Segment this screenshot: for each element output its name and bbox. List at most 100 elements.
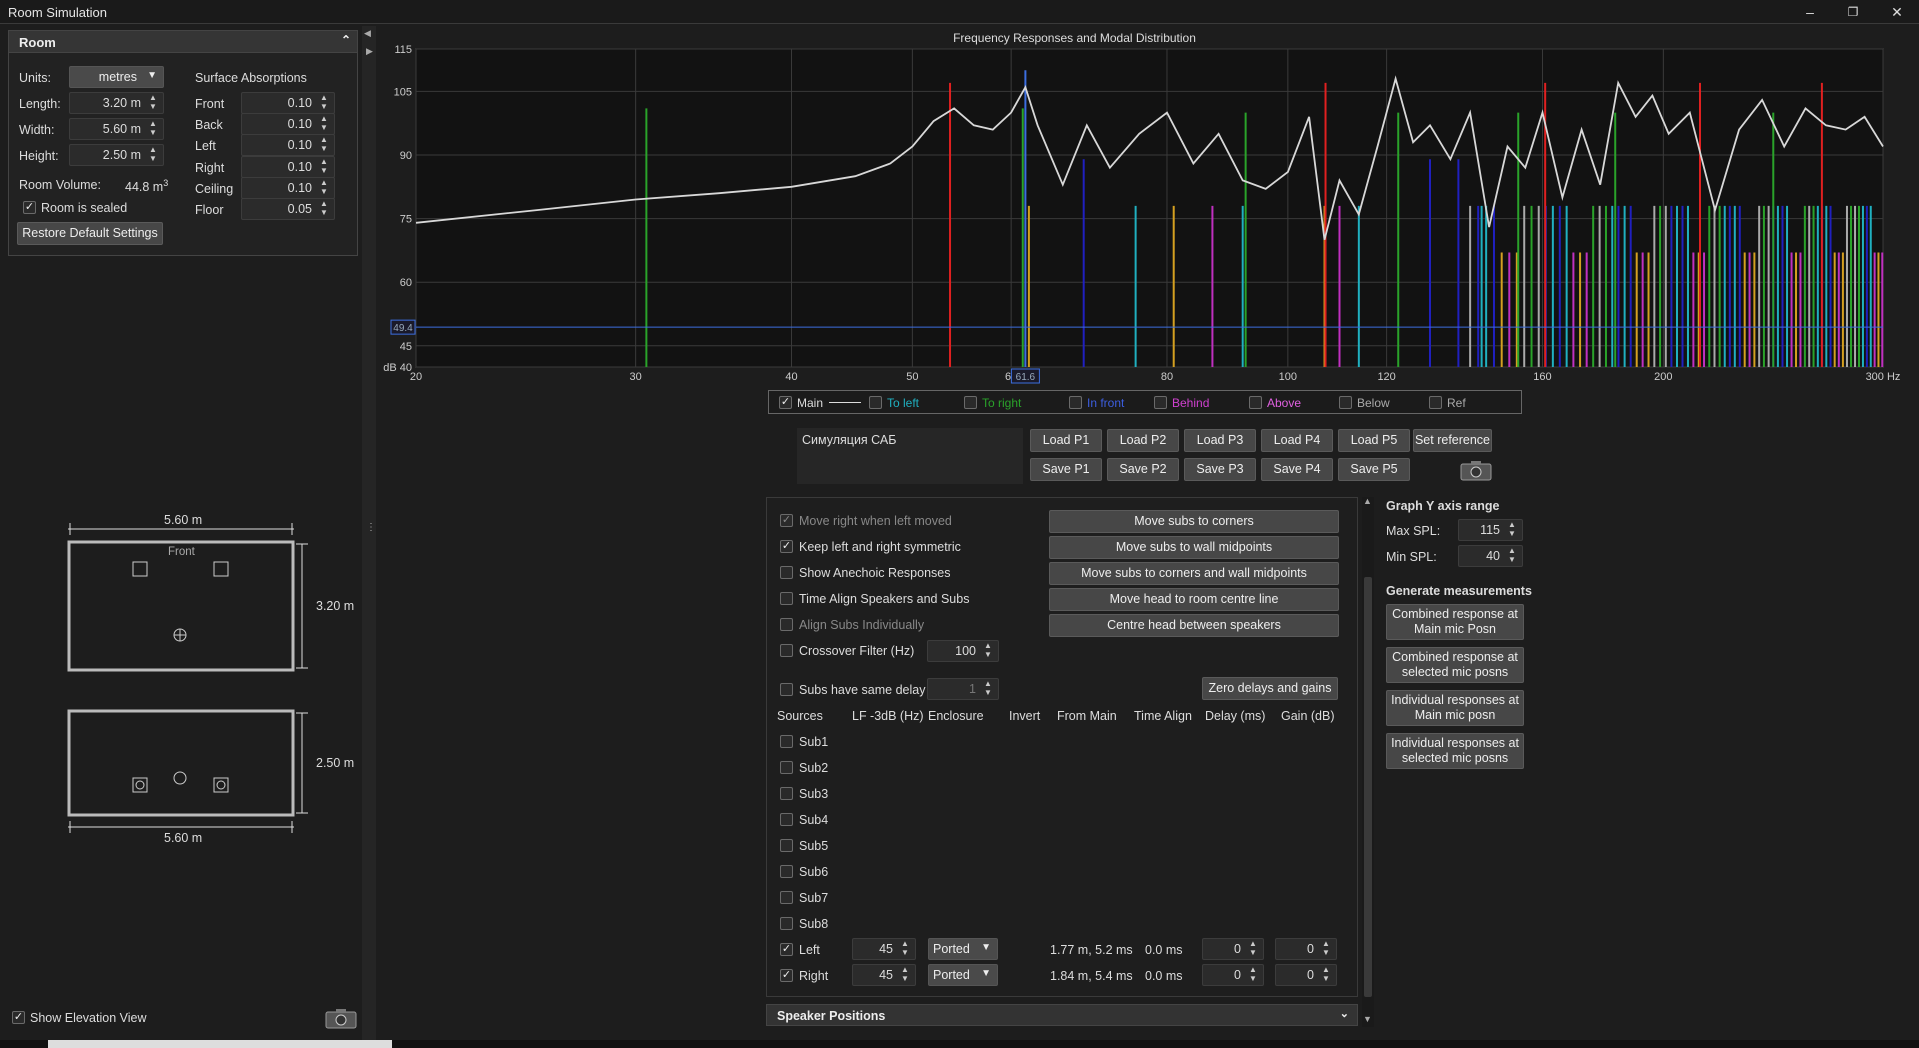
show-elevation-checkbox[interactable]: ✓ <box>12 1011 25 1024</box>
load-preset-4-button[interactable]: Load P4 <box>1261 429 1333 452</box>
spin-arrows-icon[interactable]: ▲ ▼ <box>1503 546 1521 566</box>
enclosure-select[interactable]: Ported ▼ <box>928 938 998 960</box>
left-speaker-icon[interactable] <box>132 561 148 577</box>
spin-arrows-icon[interactable]: ▲ ▼ <box>315 114 333 134</box>
save-preset-1-button[interactable]: Save P1 <box>1030 458 1102 481</box>
right-speaker-elev-icon[interactable] <box>213 777 229 793</box>
chart-camera-icon[interactable] <box>1460 460 1492 481</box>
option-1-checkbox[interactable]: ✓ <box>780 540 793 553</box>
scroll-down-icon[interactable]: ▼ <box>1363 1014 1372 1024</box>
legend-behind-checkbox[interactable] <box>1154 396 1167 409</box>
option-5-checkbox[interactable] <box>780 644 793 657</box>
min-spl-spinbox[interactable]: 40 ▲ ▼ <box>1458 545 1523 567</box>
sub-4-checkbox[interactable] <box>780 813 793 826</box>
sub-8-checkbox[interactable] <box>780 917 793 930</box>
spin-arrows-icon[interactable]: ▲ ▼ <box>979 641 997 661</box>
camera-icon[interactable] <box>325 1008 357 1029</box>
load-preset-3-button[interactable]: Load P3 <box>1184 429 1256 452</box>
enclosure-select[interactable]: Ported ▼ <box>928 964 998 986</box>
move-button-1[interactable]: Move subs to wall midpoints <box>1049 536 1339 559</box>
vertical-scrollbar[interactable]: ▲ ▼ <box>1362 496 1374 1027</box>
room-sealed-checkbox[interactable]: ✓ <box>23 201 36 214</box>
option-2-checkbox[interactable] <box>780 566 793 579</box>
spin-arrows-icon[interactable]: ▲ ▼ <box>315 157 333 177</box>
left-speaker-elev-icon[interactable] <box>132 777 148 793</box>
close-icon[interactable]: ✕ <box>1882 2 1912 22</box>
scrollbar-thumb[interactable] <box>1364 577 1372 997</box>
move-button-4[interactable]: Centre head between speakers <box>1049 614 1339 637</box>
spin-arrows-icon[interactable]: ▲ ▼ <box>144 93 162 113</box>
listener-head-elev-icon[interactable] <box>173 771 187 785</box>
delay-spinbox[interactable]: 0 ▲ ▼ <box>1202 964 1264 986</box>
surface-front-spinbox[interactable]: 0.10 ▲ ▼ <box>241 92 335 114</box>
frequency-response-chart[interactable]: 203040506080100120160200300 Hz1151059075… <box>380 40 1910 390</box>
save-preset-4-button[interactable]: Save P4 <box>1261 458 1333 481</box>
save-preset-5-button[interactable]: Save P5 <box>1338 458 1410 481</box>
lf-spinbox[interactable]: 45 ▲ ▼ <box>852 938 916 960</box>
units-select[interactable]: metres ▼ <box>69 66 164 88</box>
zero-delays-gains-button[interactable]: Zero delays and gains <box>1202 677 1338 700</box>
spin-arrows-icon[interactable]: ▲ ▼ <box>1317 939 1335 959</box>
subs-delay-spinbox[interactable]: 1 ▲ ▼ <box>927 678 999 700</box>
max-spl-spinbox[interactable]: 115 ▲ ▼ <box>1458 519 1523 541</box>
load-preset-2-button[interactable]: Load P2 <box>1107 429 1179 452</box>
surface-floor-spinbox[interactable]: 0.05 ▲ ▼ <box>241 198 335 220</box>
spin-arrows-icon[interactable]: ▲ ▼ <box>1503 520 1521 540</box>
surface-ceiling-spinbox[interactable]: 0.10 ▲ ▼ <box>241 176 335 199</box>
load-preset-5-button[interactable]: Load P5 <box>1338 429 1410 452</box>
spin-arrows-icon[interactable]: ▲ ▼ <box>1244 965 1262 985</box>
surface-back-spinbox[interactable]: 0.10 ▲ ▼ <box>241 113 335 136</box>
legend-main-checkbox[interactable]: ✓ <box>779 396 792 409</box>
speaker-left-checkbox[interactable]: ✓ <box>780 943 793 956</box>
spin-arrows-icon[interactable]: ▲ ▼ <box>315 178 333 198</box>
restore-icon[interactable]: ❐ <box>1838 2 1868 22</box>
spin-arrows-icon[interactable]: ▲ ▼ <box>1317 965 1335 985</box>
spin-arrows-icon[interactable]: ▲ ▼ <box>144 145 162 165</box>
gain-spinbox[interactable]: 0 ▲ ▼ <box>1275 938 1337 960</box>
move-button-3[interactable]: Move head to room centre line <box>1049 588 1339 611</box>
restore-default-settings-button[interactable]: Restore Default Settings <box>17 222 163 245</box>
spin-arrows-icon[interactable]: ▲ ▼ <box>144 119 162 139</box>
legend-below-checkbox[interactable] <box>1339 396 1352 409</box>
legend-in-front-checkbox[interactable] <box>1069 396 1082 409</box>
sub-3-checkbox[interactable] <box>780 787 793 800</box>
splitter-handle[interactable] <box>362 26 376 1040</box>
spin-arrows-icon[interactable]: ▲ ▼ <box>979 679 997 699</box>
save-preset-2-button[interactable]: Save P2 <box>1107 458 1179 481</box>
surface-right-spinbox[interactable]: 0.10 ▲ ▼ <box>241 155 335 178</box>
splitter-grip-icon[interactable]: ⋮ <box>366 522 376 533</box>
lf-spinbox[interactable]: 45 ▲ ▼ <box>852 964 916 986</box>
speaker-right-checkbox[interactable]: ✓ <box>780 969 793 982</box>
width-spinbox[interactable]: 5.60 m ▲ ▼ <box>69 118 164 140</box>
generate-button-0[interactable]: Combined response at Main mic Posn <box>1386 604 1524 640</box>
move-button-2[interactable]: Move subs to corners and wall midpoints <box>1049 562 1339 585</box>
sub-6-checkbox[interactable] <box>780 865 793 878</box>
crossover-spinbox[interactable]: 100 ▲ ▼ <box>927 640 999 662</box>
gain-spinbox[interactable]: 0 ▲ ▼ <box>1275 964 1337 986</box>
sub-5-checkbox[interactable] <box>780 839 793 852</box>
legend-above-checkbox[interactable] <box>1249 396 1262 409</box>
sub-1-checkbox[interactable] <box>780 735 793 748</box>
option-4-checkbox[interactable] <box>780 618 793 631</box>
sub-7-checkbox[interactable] <box>780 891 793 904</box>
spin-arrows-icon[interactable]: ▲ ▼ <box>315 135 333 155</box>
spin-arrows-icon[interactable]: ▲ ▼ <box>896 965 914 985</box>
height-spinbox[interactable]: 2.50 m ▲ ▼ <box>69 144 164 166</box>
set-reference-button[interactable]: Set reference <box>1413 429 1492 452</box>
legend-ref-checkbox[interactable] <box>1429 396 1442 409</box>
generate-button-2[interactable]: Individual responses at Main mic posn <box>1386 690 1524 726</box>
delay-spinbox[interactable]: 0 ▲ ▼ <box>1202 938 1264 960</box>
right-speaker-icon[interactable] <box>213 561 229 577</box>
legend-to-left-checkbox[interactable] <box>869 396 882 409</box>
generate-button-3[interactable]: Individual responses at selected mic posn… <box>1386 733 1524 769</box>
generate-button-1[interactable]: Combined response at selected mic posns <box>1386 647 1524 683</box>
move-button-0[interactable]: Move subs to corners <box>1049 510 1339 533</box>
spin-arrows-icon[interactable]: ▲ ▼ <box>315 93 333 113</box>
spin-arrows-icon[interactable]: ▲ ▼ <box>896 939 914 959</box>
expand-right-icon[interactable]: ▶ <box>366 46 373 57</box>
scroll-up-icon[interactable]: ▲ <box>1363 496 1372 506</box>
save-preset-3-button[interactable]: Save P3 <box>1184 458 1256 481</box>
sub-2-checkbox[interactable] <box>780 761 793 774</box>
length-spinbox[interactable]: 3.20 m ▲ ▼ <box>69 92 164 114</box>
spin-arrows-icon[interactable]: ▲ ▼ <box>1244 939 1262 959</box>
